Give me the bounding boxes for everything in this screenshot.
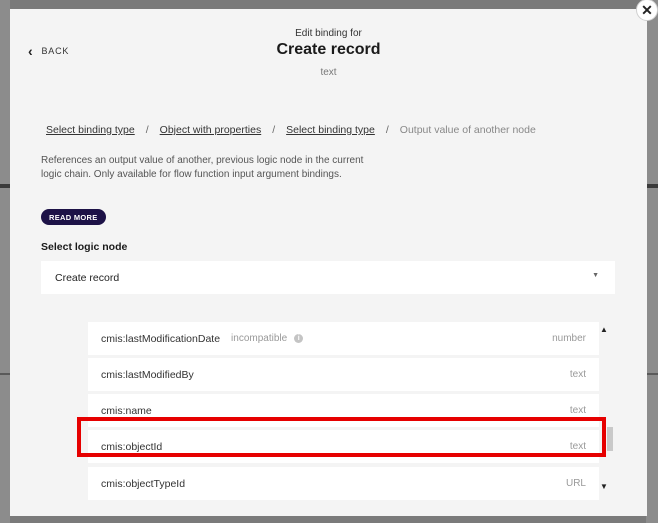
output-type: text (569, 369, 586, 380)
breadcrumb-item[interactable]: Select binding type (286, 124, 375, 136)
select-logic-node-label: Select logic node (41, 241, 128, 253)
scroll-down-arrow-icon[interactable]: ▼ (600, 482, 608, 491)
output-name: cmis:lastModifiedBy (101, 368, 194, 381)
output-name: cmis:name (101, 404, 152, 417)
breadcrumb-separator: / (272, 124, 276, 136)
info-icon[interactable]: i (294, 334, 304, 343)
highlight-box (77, 417, 606, 457)
breadcrumb-current: Output value of another node (399, 124, 536, 136)
backdrop-divider (646, 184, 658, 188)
read-more-button[interactable]: READ MORE (41, 209, 106, 225)
breadcrumb: Select binding type / Object with proper… (46, 124, 536, 136)
logic-node-select-value: Create record (55, 271, 120, 284)
edit-binding-dialog: ‹ BACK Edit binding for Create record te… (10, 9, 647, 516)
backdrop-divider (0, 184, 10, 188)
output-name: cmis:objectTypeId (101, 477, 186, 490)
close-icon[interactable]: ✕ (636, 0, 658, 21)
dialog-type-label: text (320, 67, 337, 78)
backdrop-right (646, 0, 658, 523)
breadcrumb-item[interactable]: Object with properties (160, 124, 262, 136)
logic-node-select[interactable]: Create record ▼ (41, 261, 615, 294)
output-type: text (569, 405, 586, 416)
dialog-title: Create record (276, 41, 381, 58)
binding-description: References an output value of another, p… (41, 155, 364, 180)
breadcrumb-separator: / (385, 124, 389, 136)
scrollbar-thumb[interactable] (607, 427, 613, 451)
list-item[interactable]: cmis:objectTypeId URL (88, 467, 599, 500)
breadcrumb-item[interactable]: Select binding type (46, 124, 135, 136)
list-item: cmis:lastModificationDate incompatible i… (88, 322, 599, 355)
scroll-up-arrow-icon[interactable]: ▲ (600, 325, 608, 334)
output-type: URL (565, 478, 586, 489)
dialog-subtitle: Edit binding for (295, 28, 362, 39)
output-list: cmis:lastModificationDate incompatible i… (88, 319, 614, 509)
backdrop-divider (0, 373, 10, 375)
incompatible-label: incompatible (231, 333, 288, 344)
backdrop-divider (646, 373, 658, 375)
backdrop-left (0, 0, 10, 523)
list-item[interactable]: cmis:lastModifiedBy text (88, 358, 599, 391)
caret-down-icon: ▼ (592, 272, 599, 279)
output-name: cmis:lastModificationDate (101, 332, 221, 345)
breadcrumb-separator: / (145, 124, 149, 136)
output-type: number (552, 333, 586, 344)
